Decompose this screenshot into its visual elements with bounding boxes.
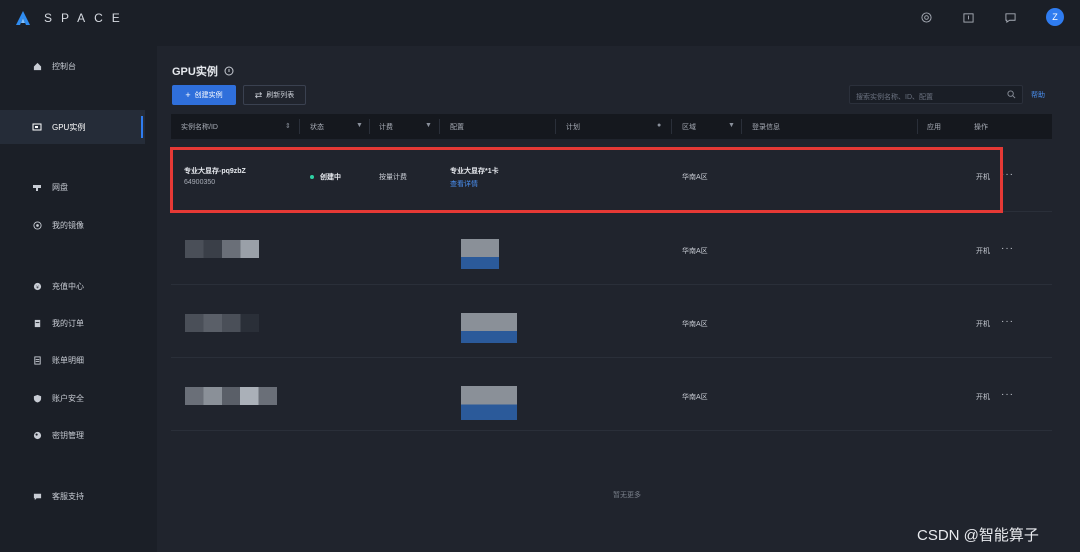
dot-icon: ● — [657, 122, 662, 129]
sidebar-item-gpu-instance[interactable]: GPU实例 — [0, 110, 145, 144]
blurred-config — [461, 313, 517, 343]
top-bar: SPACE Z — [0, 0, 1080, 36]
more-icon[interactable]: ··· — [1001, 316, 1014, 327]
sidebar-item-console[interactable]: 控制台 — [0, 49, 145, 83]
blurred-config — [461, 239, 499, 269]
blurred-name — [185, 314, 259, 332]
disk-icon — [32, 182, 42, 192]
logo-text: SPACE — [44, 11, 129, 25]
filter-icon[interactable]: ▼ — [356, 122, 363, 129]
page-title-text: GPU实例 — [172, 66, 218, 78]
refresh-icon: ⇄ — [254, 89, 263, 100]
column-header-plan[interactable]: 计划 — [566, 114, 580, 139]
chat-icon — [32, 491, 42, 501]
sidebar-item-my-orders[interactable]: 我的订单 — [0, 306, 145, 340]
sidebar-item-label: 网盘 — [52, 182, 68, 192]
bill-icon — [32, 355, 42, 365]
order-icon — [32, 318, 42, 328]
sidebar-item-label: 我的镜像 — [52, 220, 84, 230]
column-header-login-info[interactable]: 登录信息 — [752, 114, 780, 139]
create-instance-button[interactable]: + 创建实例 — [172, 85, 236, 105]
column-header-app[interactable]: 应用 — [927, 114, 941, 139]
column-header-status[interactable]: 状态 — [310, 114, 324, 139]
more-icon[interactable]: ··· — [1001, 389, 1014, 400]
sidebar-item-account-security[interactable]: 账户安全 — [0, 381, 145, 415]
avatar[interactable]: Z — [1046, 8, 1064, 26]
power-on-button[interactable]: 开机 — [976, 319, 990, 329]
table-row[interactable]: 华南A区 开机 ··· — [171, 358, 1052, 431]
sidebar-item-bill-details[interactable]: 账单明细 — [0, 343, 145, 377]
region-text: 华南A区 — [682, 248, 708, 255]
sidebar-item-label: 密钥管理 — [52, 430, 84, 440]
gift-icon[interactable] — [962, 11, 974, 23]
sidebar-item-disk[interactable]: 网盘 — [0, 170, 145, 204]
sidebar-item-label: GPU实例 — [52, 122, 86, 132]
image-icon — [32, 220, 42, 230]
sidebar-item-label: 客服支持 — [52, 491, 84, 501]
sidebar-item-recharge[interactable]: ¥ 充值中心 — [0, 269, 145, 303]
column-header-name-id[interactable]: 实例名称/ID — [181, 114, 218, 139]
main-panel: GPU实例 + 创建实例 ⇄ 刷新列表 帮助 实例名称/ID ⇕ 状态 ▼ 计费… — [157, 46, 1080, 552]
logo[interactable]: SPACE — [16, 11, 129, 25]
sidebar-item-label: 账单明细 — [52, 355, 84, 365]
wallet-icon: ¥ — [32, 281, 42, 291]
home-icon — [32, 61, 42, 71]
search-input[interactable] — [850, 89, 1000, 106]
table-row[interactable]: 华南A区 开机 ··· — [171, 212, 1052, 285]
sidebar-item-label: 账户安全 — [52, 393, 84, 403]
table-row[interactable]: 华南A区 开机 ··· — [171, 285, 1052, 358]
sidebar-item-key-management[interactable]: 密钥管理 — [0, 418, 145, 452]
blurred-name — [185, 240, 259, 258]
search-icon[interactable] — [1007, 90, 1016, 99]
refresh-list-label: 刷新列表 — [266, 92, 295, 99]
sidebar-item-label: 控制台 — [52, 61, 76, 71]
column-header-config[interactable]: 配置 — [450, 114, 464, 139]
sidebar-item-support[interactable]: 客服支持 — [0, 479, 145, 513]
shield-icon — [32, 393, 42, 403]
region-text: 华南A区 — [682, 321, 708, 328]
filter-icon[interactable]: ▼ — [425, 122, 432, 129]
create-instance-label: 创建实例 — [194, 92, 223, 99]
page-title: GPU实例 — [172, 63, 234, 79]
blurred-config — [461, 386, 517, 420]
power-on-button[interactable]: 开机 — [976, 246, 990, 256]
power-on-button[interactable]: 开机 — [976, 392, 990, 402]
sidebar: 控制台 GPU实例 网盘 我的镜像 ¥ 充值中心 我的订单 账单明细 账户安全 … — [0, 36, 145, 552]
sidebar-item-label: 我的订单 — [52, 318, 84, 328]
refresh-list-button[interactable]: ⇄ 刷新列表 — [243, 85, 306, 105]
column-header-billing[interactable]: 计费 — [379, 114, 393, 139]
logo-icon — [16, 11, 30, 25]
key-icon — [32, 430, 42, 440]
highlight-annotation — [170, 147, 1003, 213]
more-icon[interactable]: ··· — [1001, 243, 1014, 254]
column-header-region[interactable]: 区域 — [682, 114, 696, 139]
table-header: 实例名称/ID ⇕ 状态 ▼ 计费 ▼ 配置 计划 ● 区域 ▼ 登录信息 应用… — [171, 114, 1052, 139]
plus-icon: + — [185, 90, 191, 100]
sidebar-item-label: 充值中心 — [52, 281, 84, 291]
filter-icon[interactable]: ▼ — [728, 122, 735, 129]
sort-icon[interactable]: ⇕ — [285, 122, 291, 130]
sidebar-item-my-images[interactable]: 我的镜像 — [0, 208, 145, 242]
blurred-name — [185, 387, 277, 405]
gpu-icon — [32, 122, 42, 132]
info-icon[interactable] — [224, 66, 234, 76]
search-box — [849, 85, 1023, 106]
region-text: 华南A区 — [682, 394, 708, 401]
empty-more-text: 暂无更多 — [613, 492, 641, 499]
help-circle-icon[interactable] — [920, 11, 932, 23]
column-header-actions: 操作 — [974, 123, 988, 131]
watermark: CSDN @智能算子 — [917, 527, 1039, 544]
help-link[interactable]: 帮助 — [1031, 90, 1045, 100]
message-icon[interactable] — [1004, 11, 1016, 23]
